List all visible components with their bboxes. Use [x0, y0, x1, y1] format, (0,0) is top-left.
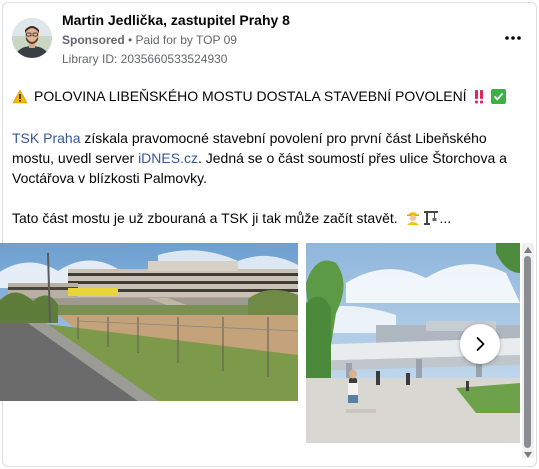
- meta-separator: •: [124, 33, 136, 47]
- idnes-link[interactable]: iDNES.cz: [138, 150, 198, 166]
- scrollbar-thumb[interactable]: [524, 256, 531, 448]
- headline-text: POLOVINA LIBEŇSKÉHO MOSTU DOSTALA STAVEB…: [34, 88, 467, 104]
- check-mark-icon: [490, 88, 506, 104]
- sponsored-line: Sponsored • Paid for by TOP 09: [62, 33, 237, 47]
- photo-bridge-construction-site: [0, 243, 298, 401]
- sponsored-label: Sponsored: [62, 33, 125, 47]
- tsk-praha-link[interactable]: TSK Praha: [12, 130, 80, 146]
- avatar[interactable]: [12, 18, 52, 58]
- scroll-down-arrow-icon[interactable]: [524, 452, 532, 458]
- avatar-photo: [12, 18, 52, 58]
- more-horizontal-icon: [505, 36, 521, 40]
- library-id: Library ID: 2035660533524930: [62, 52, 228, 66]
- construction-crane-icon: [424, 211, 439, 225]
- post-image-1[interactable]: [0, 243, 298, 401]
- warning-icon: [12, 88, 28, 103]
- construction-worker-icon: [406, 212, 419, 225]
- post-headline: POLOVINA LIBEŇSKÉHO MOSTU DOSTALA STAVEB…: [12, 88, 506, 104]
- carousel-next-button[interactable]: [460, 324, 500, 364]
- scroll-up-arrow-icon[interactable]: [524, 247, 532, 253]
- post-body: TSK Praha získala pravomocné stavební po…: [12, 128, 524, 188]
- truncation-ellipsis: ...: [439, 210, 452, 226]
- double-exclamation-icon: [474, 89, 483, 103]
- more-options-button[interactable]: [505, 30, 521, 41]
- paid-for-label: Paid for by TOP 09: [135, 33, 237, 47]
- author-name[interactable]: Martin Jedlička, zastupitel Prahy 8: [62, 12, 290, 28]
- body-text-3: Tato část mostu je už zbouraná a TSK ji …: [12, 210, 398, 226]
- chevron-right-icon: [476, 337, 485, 351]
- post-body-second-paragraph: Tato část mostu je už zbouraná a TSK ji …: [12, 208, 524, 228]
